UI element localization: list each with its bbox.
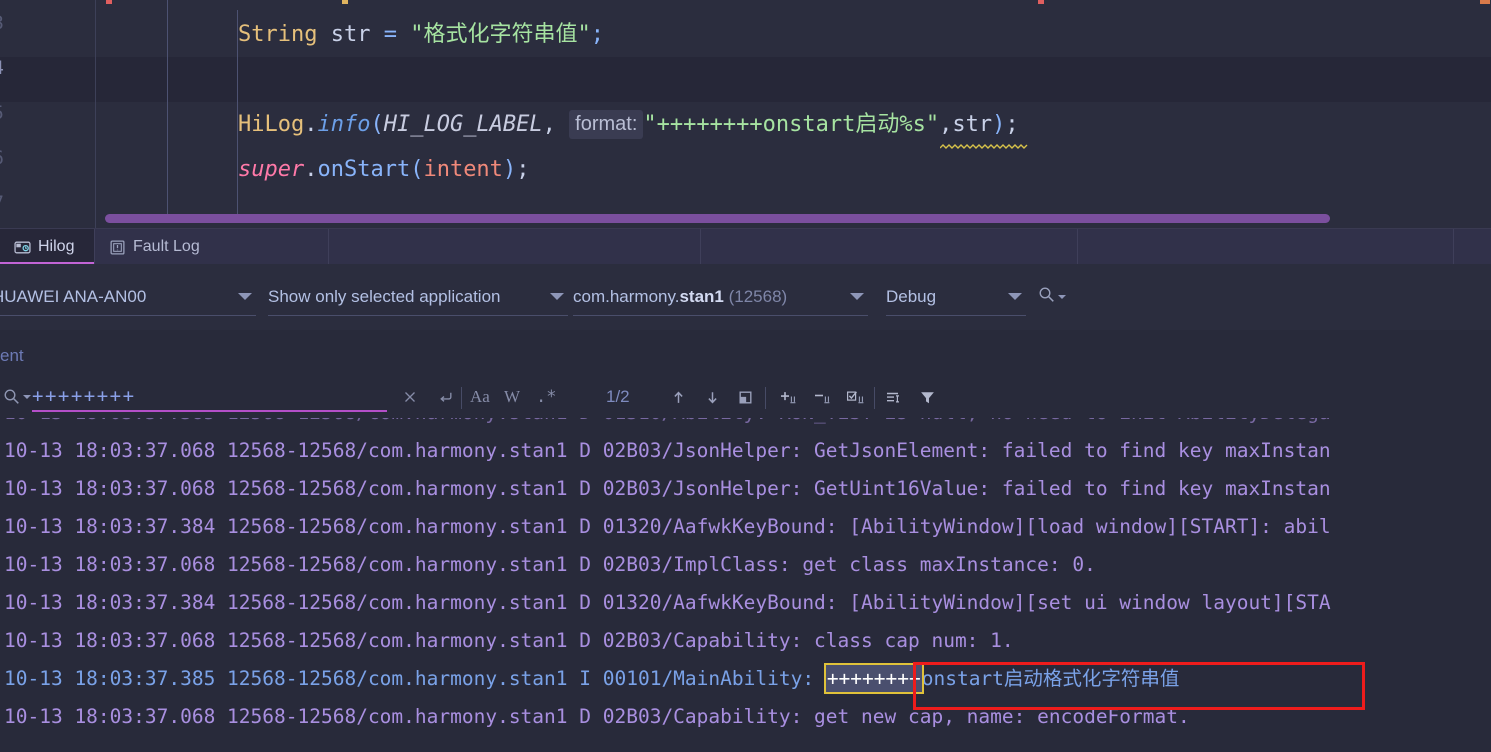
add-filter-button[interactable]: [776, 384, 802, 410]
device-selector-value: HUAWEI ANA-AN00: [0, 286, 147, 306]
code-token: ;: [1005, 112, 1019, 137]
ide-window: 3 4 5 6 7 String str = "格式化字符串值"; HiLog.…: [0, 0, 1491, 752]
code-token: ;: [590, 22, 604, 47]
scope-selector-value: Show only selected application: [268, 286, 501, 306]
process-name: com.harmony.: [573, 286, 680, 306]
tab-hilog[interactable]: Hilog: [0, 229, 94, 265]
code-token: ,: [542, 112, 570, 137]
clear-search-button[interactable]: [397, 384, 423, 410]
match-case-button[interactable]: Aa: [470, 384, 490, 410]
code-token: onStart: [317, 157, 411, 182]
find-toolbar: Aa W .* 1/2: [0, 380, 1491, 418]
device-selector[interactable]: HUAWEI ANA-AN00: [0, 278, 256, 316]
code-token: .: [304, 157, 318, 182]
tool-window-tabbar: Hilog Fault Log: [0, 228, 1491, 265]
log-entry[interactable]: 10-13 18:03:37.385 12568-12568/com.harmo…: [0, 418, 1331, 430]
chevron-down-icon: [238, 293, 252, 300]
chevron-down-icon: [23, 394, 31, 399]
log-entry-prefix: 10-13 18:03:37.385 12568-12568/com.harmo…: [4, 667, 826, 690]
code-editor[interactable]: 3 4 5 6 7 String str = "格式化字符串值"; HiLog.…: [0, 0, 1491, 228]
log-entry[interactable]: 10-13 18:03:37.068 12568-12568/com.harmo…: [0, 624, 1014, 658]
hilog-filter-toolbar: HUAWEI ANA-AN00 Show only selected appli…: [0, 264, 1491, 330]
line-number: 7: [0, 192, 4, 214]
log-entry-highlighted[interactable]: 10-13 18:03:37.385 12568-12568/com.harmo…: [0, 662, 1179, 696]
regex-button[interactable]: .*: [536, 384, 556, 410]
chevron-down-icon: [1058, 295, 1066, 299]
log-level-selector[interactable]: Debug: [886, 278, 1026, 316]
edit-filter-button[interactable]: [843, 384, 869, 410]
code-token: (: [370, 112, 384, 137]
code-token: str: [952, 112, 993, 137]
chevron-down-icon: [850, 293, 864, 300]
code-token: intent: [423, 157, 503, 182]
code-token: "格式化字符串值": [410, 22, 591, 47]
editor-horizontal-scrollbar[interactable]: [105, 214, 1330, 223]
code-token: ,: [939, 112, 953, 137]
code-line: HiLog.info(HI_LOG_LABEL, format: "+++++++…: [0, 102, 1019, 147]
code-token: .: [304, 112, 318, 137]
process-selector-value: com.harmony.stan1 (12568): [573, 287, 842, 307]
log-entry[interactable]: 10-13 18:03:37.068 12568-12568/com.harmo…: [0, 472, 1331, 506]
log-entry[interactable]: 10-13 18:03:37.384 12568-12568/com.harmo…: [0, 586, 1331, 620]
code-token: String: [238, 22, 318, 47]
fault-log-icon: [109, 239, 126, 256]
search-input[interactable]: [32, 384, 387, 412]
log-entry[interactable]: 10-13 18:03:37.068 12568-12568/com.harmo…: [0, 700, 1190, 734]
chevron-down-icon: [550, 293, 564, 300]
previous-match-button[interactable]: [665, 384, 691, 410]
process-name-bold: stan1: [679, 286, 724, 306]
code-token: ): [502, 157, 517, 182]
hilog-icon: [14, 239, 31, 256]
parameter-hint-chip: format:: [569, 109, 644, 139]
log-entry[interactable]: 10-13 18:03:37.068 12568-12568/com.harmo…: [0, 434, 1331, 468]
code-token: ): [992, 112, 1006, 137]
toolbar-search-dropdown[interactable]: [1038, 286, 1070, 308]
filter-funnel-button[interactable]: [914, 384, 940, 410]
process-pid: (12568): [728, 286, 788, 306]
select-all-matches-button[interactable]: [732, 384, 758, 410]
log-level-value: Debug: [886, 286, 937, 306]
inspection-squiggle: [940, 144, 1028, 150]
code-token: super: [238, 157, 305, 182]
code-token: str: [317, 22, 384, 47]
log-entry[interactable]: 10-13 18:03:37.384 12568-12568/com.harmo…: [0, 510, 1331, 544]
log-entry[interactable]: 10-13 18:03:37.068 12568-12568/com.harmo…: [0, 548, 1096, 582]
tab-label: Hilog: [38, 238, 75, 255]
truncated-label: ent: [0, 346, 24, 365]
code-line: super.onStart(intent);: [0, 147, 529, 192]
code-token: HI_LOG_LABEL: [383, 112, 543, 137]
search-match-highlight: ++++++++: [823, 663, 924, 694]
caret-line-highlight: [0, 57, 1491, 102]
log-entry-suffix: onstart启动格式化字符串值: [921, 667, 1180, 690]
code-token: "++++++++onstart启动%s": [643, 112, 940, 137]
code-token: info: [317, 112, 371, 137]
line-number: 4: [0, 57, 4, 79]
code-line: String str = "格式化字符串值";: [0, 12, 604, 57]
whole-words-button[interactable]: W: [504, 384, 520, 410]
code-token: ;: [516, 157, 530, 182]
find-search-dropdown[interactable]: [3, 388, 31, 405]
remove-filter-button[interactable]: [810, 384, 836, 410]
code-token: =: [383, 22, 411, 47]
regex-newline-button[interactable]: [432, 384, 458, 410]
code-token: HiLog: [238, 112, 305, 137]
tab-fault-log[interactable]: Fault Log: [95, 229, 235, 265]
tab-label: Fault Log: [133, 238, 200, 255]
log-entry-list[interactable]: 10-13 18:03:37.385 12568-12568/com.harmo…: [0, 418, 1491, 752]
search-icon: [1038, 286, 1055, 308]
process-selector[interactable]: com.harmony.stan1 (12568): [573, 278, 868, 316]
editor-error-stripe: [0, 0, 1491, 4]
soft-wrap-button[interactable]: [881, 384, 907, 410]
chevron-down-icon: [1008, 293, 1022, 300]
hilog-output-panel[interactable]: ent Aa W .*: [0, 330, 1491, 752]
scope-selector[interactable]: Show only selected application: [268, 278, 568, 316]
code-token: (: [410, 157, 424, 182]
next-match-button[interactable]: [699, 384, 725, 410]
match-counter: 1/2: [606, 387, 630, 406]
